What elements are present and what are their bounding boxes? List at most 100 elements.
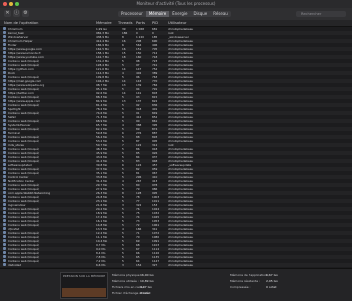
app-memory-stat: Mémoire de l'application :6,67 Go bbox=[230, 273, 278, 277]
memory-pressure-fill bbox=[62, 288, 106, 297]
app-icon bbox=[3, 191, 6, 194]
tab-bar: Processeur Mémoire Énergie Disque Réseau bbox=[118, 11, 231, 17]
memory-stat: Fichiers mis en cache :4,37 Go bbox=[112, 285, 152, 289]
app-icon bbox=[3, 239, 6, 242]
process-table: Chromium 1,99 Go 39 1 068 681 christophedebea… bbox=[0, 27, 352, 267]
app-icon bbox=[3, 79, 6, 82]
app-icon bbox=[3, 31, 6, 34]
window-title: Moniteur d'activité (Tous les processus) bbox=[136, 1, 216, 6]
process-pid: 327 bbox=[152, 263, 158, 267]
tab-processeur[interactable]: Processeur bbox=[118, 11, 146, 17]
app-icon bbox=[3, 103, 6, 106]
app-icon bbox=[3, 231, 6, 234]
tab-disque[interactable]: Disque bbox=[190, 11, 210, 17]
memory-stat: Mémoire utilisée :10,89 Go bbox=[112, 279, 154, 283]
app-icon bbox=[3, 131, 6, 134]
app-icon bbox=[3, 95, 6, 98]
app-icon bbox=[3, 115, 6, 118]
app-icon bbox=[3, 207, 6, 210]
app-icon bbox=[3, 155, 6, 158]
app-icon bbox=[3, 39, 6, 42]
info-icon[interactable]: ⓘ bbox=[13, 10, 20, 17]
app-icon bbox=[3, 211, 6, 214]
app-icon bbox=[3, 127, 6, 130]
close-process-icon[interactable]: ✕ bbox=[4, 10, 11, 17]
memory-stat-value: 0 octet bbox=[140, 291, 151, 295]
app-icon bbox=[3, 83, 6, 86]
app-memory-stat: Mémoire résidente : 2,05 Go bbox=[230, 279, 278, 283]
column-name[interactable]: Nom de l'opération bbox=[4, 20, 38, 26]
app-icon bbox=[3, 47, 6, 50]
process-name: distnoted bbox=[8, 263, 22, 267]
column-threads[interactable]: Threads bbox=[118, 20, 132, 26]
app-icon bbox=[3, 111, 6, 114]
process-user: christophedebeau bbox=[168, 263, 194, 267]
memory-stat-label: Mémoire utilisée : bbox=[112, 279, 139, 283]
app-memory-stat-label: Compressée : bbox=[230, 285, 251, 289]
app-icon bbox=[3, 199, 6, 202]
memory-stat: Fichier d'échange utilisé :0 octet bbox=[112, 291, 151, 295]
column-pid[interactable]: PID bbox=[152, 20, 158, 26]
tab-energie[interactable]: Énergie bbox=[169, 11, 190, 17]
app-icon bbox=[3, 27, 6, 30]
memory-summary: PRESSION SUR LA MÉMOIRE Mémoire physique… bbox=[0, 268, 352, 301]
app-icon bbox=[3, 247, 6, 250]
app-memory-stat-value: 2,05 Go bbox=[266, 279, 278, 283]
app-icon bbox=[3, 143, 6, 146]
app-memory-stat-label: Mémoire de l'application : bbox=[230, 273, 269, 277]
app-icon bbox=[3, 167, 6, 170]
app-icon bbox=[3, 107, 6, 110]
column-memory[interactable]: Mémoire bbox=[96, 20, 112, 26]
app-icon bbox=[3, 75, 6, 78]
app-icon bbox=[3, 99, 6, 102]
app-icon bbox=[3, 179, 6, 182]
app-icon bbox=[3, 219, 6, 222]
app-icon bbox=[3, 119, 6, 122]
app-icon bbox=[3, 135, 6, 138]
memory-pressure-graph: PRESSION SUR LA MÉMOIRE bbox=[60, 272, 108, 299]
tab-memoire[interactable]: Mémoire bbox=[145, 11, 170, 17]
memory-stat-value: 10,89 Go bbox=[140, 279, 154, 283]
app-icon bbox=[3, 175, 6, 178]
memory-stat-value: 16,00 Go bbox=[140, 273, 154, 277]
app-icon bbox=[3, 235, 6, 238]
gear-icon[interactable]: ⚙ bbox=[22, 10, 29, 17]
column-user[interactable]: Utilisateur bbox=[168, 20, 187, 26]
app-icon bbox=[3, 151, 6, 154]
app-icon bbox=[3, 71, 6, 74]
app-icon bbox=[3, 139, 6, 142]
app-icon bbox=[3, 203, 6, 206]
column-ports[interactable]: Ports bbox=[136, 20, 145, 26]
title-bar: Moniteur d'activité (Tous les processus) bbox=[0, 0, 352, 8]
app-icon bbox=[3, 255, 6, 258]
memory-pressure-label: PRESSION SUR LA MÉMOIRE bbox=[62, 274, 106, 278]
app-memory-stat-label: Mémoire résidente : bbox=[230, 279, 261, 283]
table-header: Nom de l'opération Mémoire Threads Ports… bbox=[0, 20, 352, 27]
app-icon bbox=[3, 51, 6, 54]
memory-stat-label: Mémoire physique : bbox=[112, 273, 142, 277]
app-icon bbox=[3, 187, 6, 190]
memory-stat-value: 4,37 Go bbox=[140, 285, 152, 289]
app-icon bbox=[3, 183, 6, 186]
app-icon bbox=[3, 223, 6, 226]
app-memory-stat-value: 0 octet bbox=[266, 285, 277, 289]
app-icon bbox=[3, 243, 6, 246]
app-icon bbox=[3, 147, 6, 150]
app-icon bbox=[3, 63, 6, 66]
app-icon bbox=[3, 251, 6, 254]
app-icon bbox=[3, 59, 6, 62]
tab-reseau[interactable]: Réseau bbox=[210, 11, 231, 17]
app-icon bbox=[3, 55, 6, 58]
search-input[interactable]: Rechercher bbox=[296, 11, 346, 17]
app-icon bbox=[3, 171, 6, 174]
app-icon bbox=[3, 259, 6, 262]
app-icon bbox=[3, 67, 6, 70]
app-icon bbox=[3, 123, 6, 126]
app-icon bbox=[3, 159, 6, 162]
app-icon bbox=[3, 43, 6, 46]
app-icon bbox=[3, 263, 6, 266]
table-row[interactable]: distnoted 6,6 Mo 3 154 327 christophedebeau bbox=[0, 263, 352, 267]
app-icon bbox=[3, 91, 6, 94]
app-memory-stat-value: 6,67 Go bbox=[266, 273, 278, 277]
app-icon bbox=[3, 35, 6, 38]
